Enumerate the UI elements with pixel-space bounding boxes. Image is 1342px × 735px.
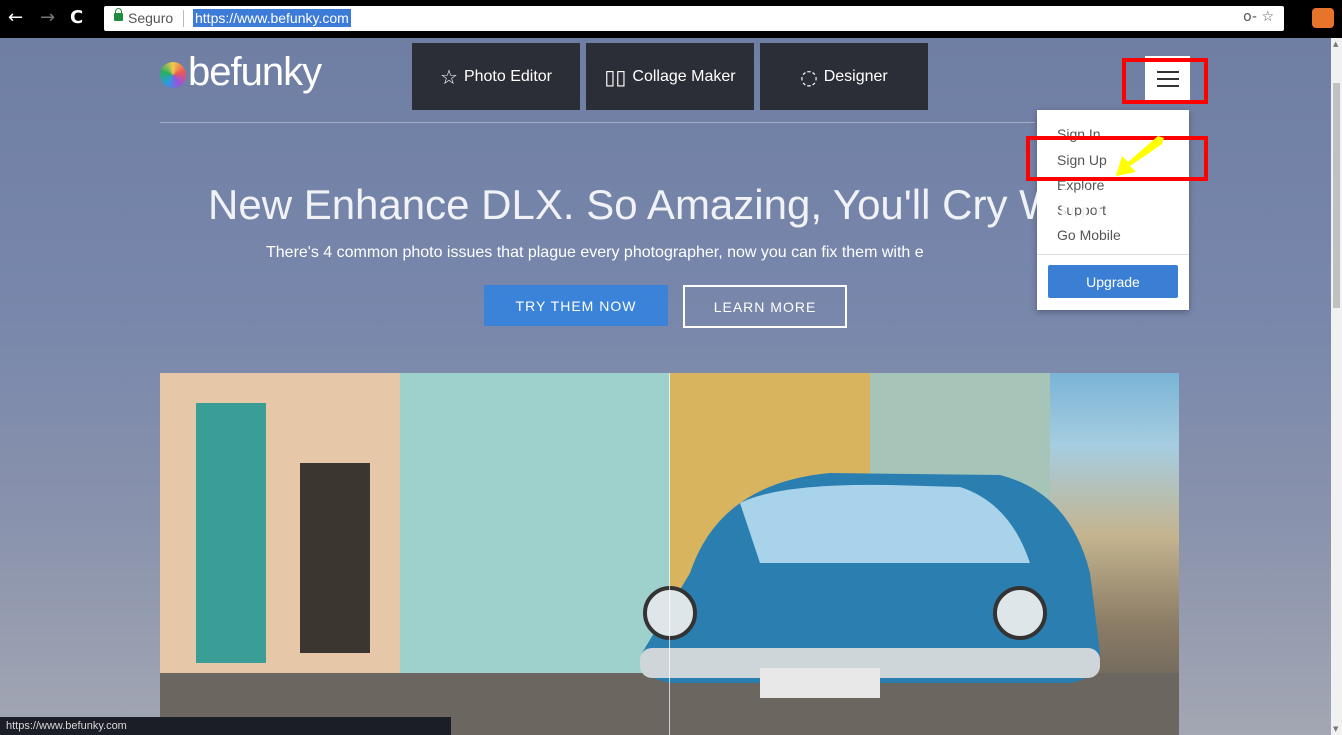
page-scrollbar[interactable]: ▲ ▼ [1331,38,1342,735]
secure-label: Seguro [128,10,174,26]
nav-label: Designer [823,67,888,85]
logo-mark-icon [160,62,186,88]
vintage-car [640,473,1100,698]
address-separator [183,10,184,27]
url-text[interactable]: https://www.befunky.com [193,9,351,27]
collage-grid-icon: ▯▯ [604,64,627,89]
nav-collage-maker[interactable]: ▯▯ Collage Maker [586,43,754,110]
reload-icon[interactable]: C [70,6,83,30]
scroll-down-icon[interactable]: ▼ [1333,725,1338,733]
bookmark-star-icon[interactable]: ☆ [1261,9,1274,25]
scroll-up-icon[interactable]: ▲ [1333,40,1338,48]
key-icon[interactable]: o- [1243,9,1257,25]
learn-more-button[interactable]: LEARN MORE [683,285,847,328]
forward-icon[interactable]: → [40,6,55,30]
scrollbar-thumb[interactable] [1333,83,1340,308]
designer-icon: ◌ [800,64,818,89]
address-icons: o- ☆ [1243,9,1274,25]
try-them-now-button[interactable]: TRY THEM NOW [484,285,668,326]
header-divider [160,122,1035,123]
before-after-divider[interactable] [669,373,670,735]
menu-item-go-mobile[interactable]: Go Mobile [1057,227,1121,243]
nav-photo-editor[interactable]: ☆ Photo Editor [412,43,580,110]
iron-gate [300,463,370,653]
annotation-box-hamburger [1122,58,1208,104]
hero-headline: New Enhance DLX. So Amazing, You'll Cry … [208,181,1104,228]
hero-subheadline: There's 4 common photo issues that plagu… [266,244,924,261]
teal-door [196,403,266,663]
browser-toolbar: ← → C Seguro https://www.befunky.com o- … [0,0,1342,38]
building-left [160,373,400,703]
upgrade-button[interactable]: Upgrade [1048,265,1178,298]
logo-text: befunky [188,50,322,94]
extension-icon[interactable] [1312,8,1334,28]
lock-icon [114,8,123,21]
back-icon[interactable]: ← [8,6,23,30]
address-bar[interactable]: Seguro https://www.befunky.com o- ☆ [104,6,1284,31]
befunky-logo[interactable]: befunky [160,50,322,95]
nav-label: Photo Editor [463,67,552,85]
nav-designer[interactable]: ◌ Designer [760,43,928,110]
befunky-page: befunky ☆ Photo Editor ▯▯ Collage Maker … [0,38,1331,735]
status-bar-url: https://www.befunky.com [0,717,451,735]
annotation-arrow-icon [1116,136,1164,176]
nav-label: Collage Maker [632,67,736,85]
hero-image [160,373,1179,735]
star-wand-icon: ☆ [440,64,458,89]
menu-divider [1037,254,1189,255]
